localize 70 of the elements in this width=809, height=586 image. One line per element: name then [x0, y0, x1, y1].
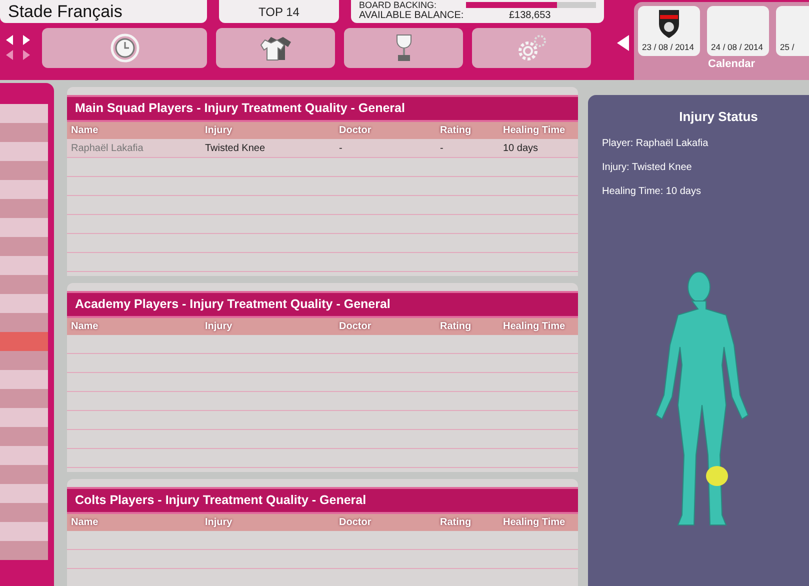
column-header: Rating — [440, 516, 472, 530]
table-cell-text: 10 days — [503, 142, 540, 156]
column-header: Name — [71, 516, 100, 530]
column-header: Healing Time — [503, 320, 566, 334]
sidebar-item[interactable] — [0, 275, 48, 294]
injury-status-line: Injury: Twisted Knee — [602, 160, 693, 174]
table-cell-text: - — [339, 142, 344, 156]
toolbar-button[interactable] — [216, 28, 335, 68]
table-title: Colts Players - Injury Treatment Quality - General — [75, 492, 366, 510]
calendar-label: Calendar — [708, 57, 756, 72]
calendar-date: 25 / — [780, 41, 794, 54]
column-header: Doctor — [339, 124, 372, 138]
sidebar-item[interactable] — [0, 389, 48, 408]
column-header: Doctor — [339, 516, 372, 530]
sidebar-item[interactable] — [0, 465, 48, 484]
table-cell-text: - — [440, 142, 444, 156]
sidebar-item[interactable] — [0, 446, 48, 465]
column-header: Doctor — [339, 320, 372, 334]
sidebar-item[interactable] — [0, 180, 48, 199]
table-cell-text: Raphaël Lakafia — [71, 142, 144, 156]
injury-status-line: Healing Time: 10 days — [602, 184, 702, 198]
sidebar-item[interactable] — [0, 104, 48, 123]
injured-knee-highlight — [706, 466, 728, 486]
sidebar-item[interactable] — [0, 522, 48, 541]
calendar-day[interactable]: 24 / 08 / 2014 — [707, 6, 769, 56]
sidebar-item[interactable] — [0, 218, 48, 237]
column-header: Rating — [440, 124, 472, 138]
calendar-day[interactable]: 23 / 08 / 2014 — [638, 6, 700, 56]
scroll-left-icon[interactable] — [617, 35, 629, 51]
sidebar-item[interactable] — [0, 294, 48, 313]
club-name: Stade Français — [8, 0, 122, 23]
injury-status-line: Player: Raphaël Lakafia — [602, 136, 710, 150]
sidebar-item[interactable] — [0, 427, 48, 446]
league-name: TOP 14 — [258, 4, 300, 20]
sidebar-item[interactable] — [0, 332, 48, 351]
calendar-date: 23 / 08 / 2014 — [642, 41, 694, 54]
sidebar-item[interactable] — [0, 161, 48, 180]
toolbar-button[interactable] — [344, 28, 463, 68]
sidebar-item[interactable] — [0, 351, 48, 370]
sidebar-item[interactable] — [0, 408, 48, 427]
column-header: Healing Time — [503, 516, 566, 530]
sidebar-item[interactable] — [0, 503, 48, 522]
table-title: Academy Players - Injury Treatment Quality - General — [75, 296, 390, 314]
column-header: Name — [71, 320, 100, 334]
injury-status-title: Injury Status — [679, 108, 758, 126]
sidebar-item[interactable] — [0, 237, 48, 256]
sidebar-item[interactable] — [0, 142, 48, 161]
table-title: Main Squad Players - Injury Treatment Quality - General — [75, 100, 405, 118]
clock-icon — [110, 33, 140, 63]
sidebar-item[interactable] — [0, 256, 48, 275]
club-crest-icon — [658, 8, 680, 38]
calendar-day[interactable]: 25 / — [776, 6, 809, 56]
shirts-icon — [258, 34, 292, 62]
sidebar-item[interactable] — [0, 541, 48, 560]
sidebar-item[interactable] — [0, 370, 48, 389]
column-header: Rating — [440, 320, 472, 334]
column-header: Injury — [205, 320, 234, 334]
sidebar-item[interactable] — [0, 484, 48, 503]
balance-label: AVAILABLE BALANCE: — [359, 10, 465, 21]
table-cell-text: Twisted Knee — [205, 142, 266, 156]
column-header: Healing Time — [503, 124, 566, 138]
board-backing-label: BOARD BACKING: — [359, 0, 437, 10]
column-header: Injury — [205, 124, 234, 138]
sidebar-item[interactable] — [0, 313, 48, 332]
sidebar-item[interactable] — [0, 199, 48, 218]
column-header: Name — [71, 124, 100, 138]
sidebar-item[interactable] — [0, 123, 48, 142]
balance-value: £138,653 — [509, 10, 551, 21]
column-header: Injury — [205, 516, 234, 530]
calendar-date: 24 / 08 / 2014 — [711, 41, 763, 54]
